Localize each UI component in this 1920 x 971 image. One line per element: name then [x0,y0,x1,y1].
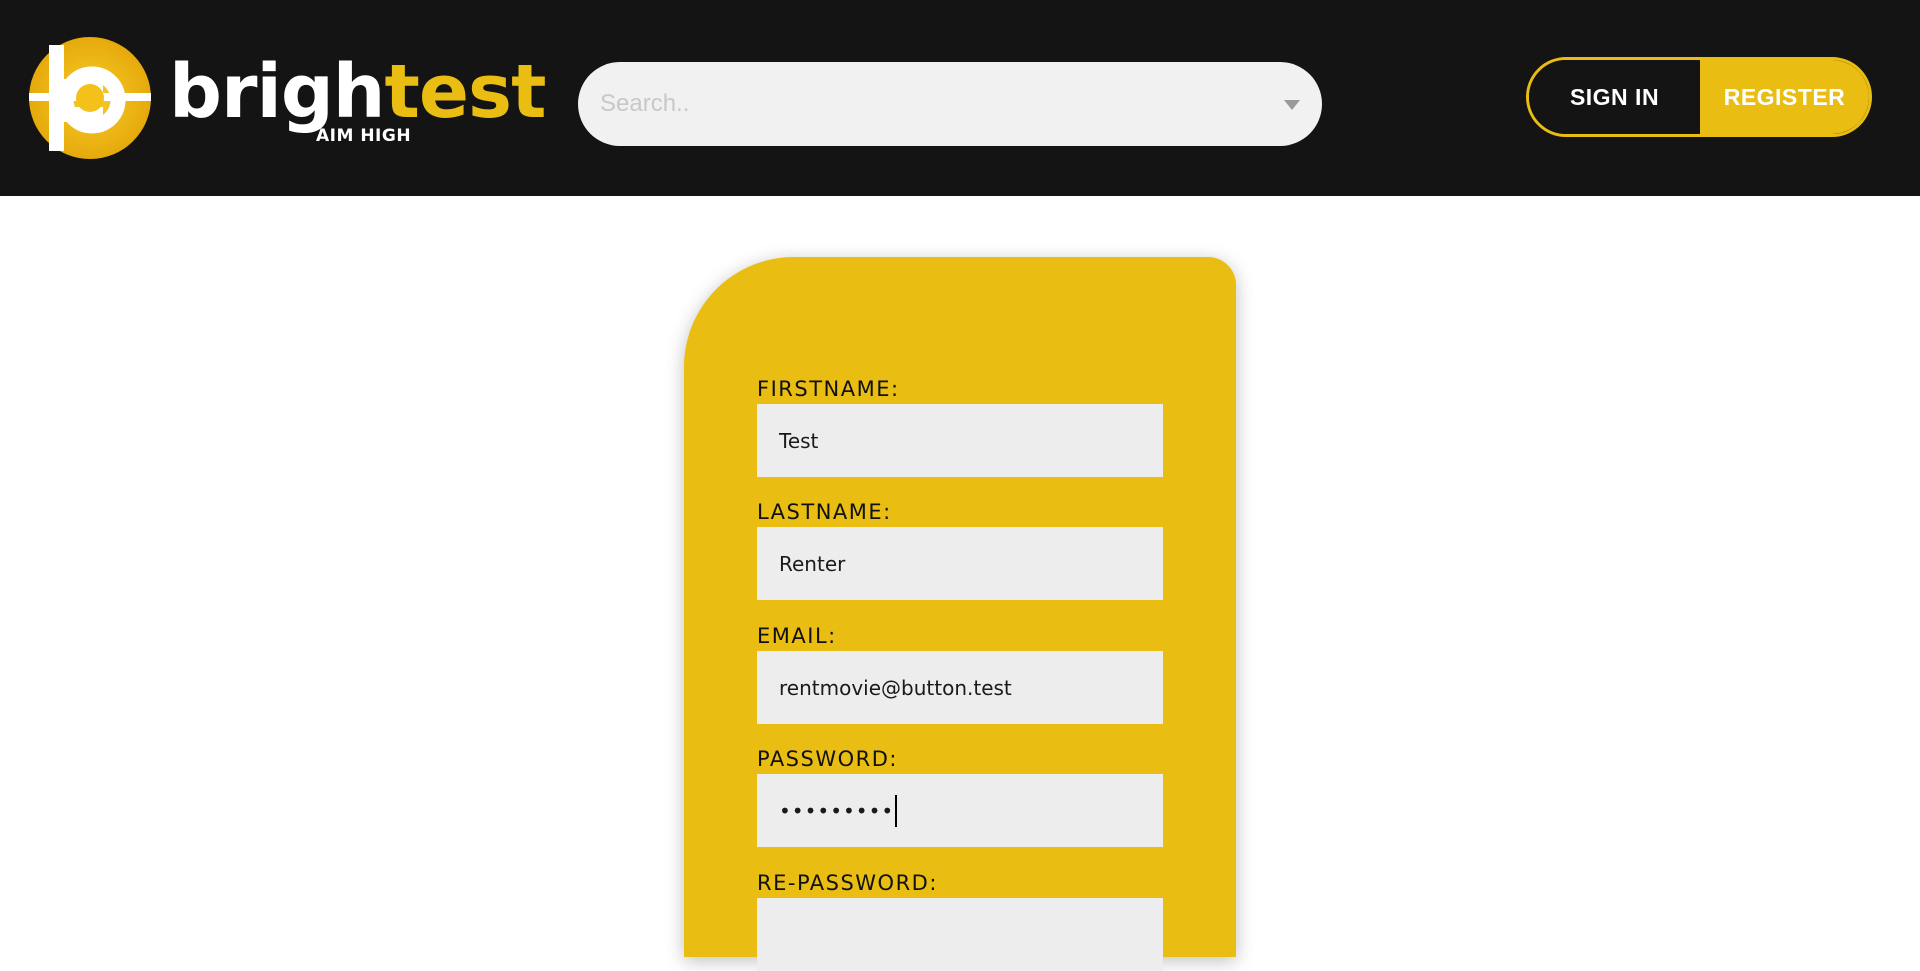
text-cursor [895,794,898,827]
email-label: EMAIL: [757,624,837,648]
auth-buttons: SIGN IN REGISTER [1526,57,1872,137]
sign-in-button[interactable]: SIGN IN [1529,60,1700,134]
password-label: PASSWORD: [757,747,898,771]
brightest-logo-icon [29,37,151,159]
lastname-field[interactable] [757,527,1163,600]
site-header: brightest AIM HIGH SIGN IN REGISTER [0,0,1920,196]
logo-word-part1: brigh [169,49,385,135]
firstname-label: FIRSTNAME: [757,377,900,401]
repassword-field[interactable] [757,898,1163,971]
caret-down-icon[interactable] [1284,100,1300,110]
email-field[interactable] [757,651,1163,724]
search-input[interactable] [600,62,1240,146]
search-bar[interactable] [578,62,1322,146]
register-button[interactable]: REGISTER [1700,60,1869,134]
logo-wordmark: brightest [169,47,546,137]
password-field[interactable]: ••••••••• [757,774,1163,847]
firstname-field[interactable] [757,404,1163,477]
logo-tagline: AIM HIGH [316,126,412,146]
repassword-label: RE-PASSWORD: [757,871,938,895]
logo-word-part2: test [384,49,546,135]
brightest-logo[interactable]: brightest AIM HIGH [29,37,546,159]
registration-card: FIRSTNAME: LASTNAME: EMAIL: PASSWORD: ••… [684,257,1236,971]
password-masked-value: ••••••••• [779,798,895,823]
lastname-label: LASTNAME: [757,500,892,524]
